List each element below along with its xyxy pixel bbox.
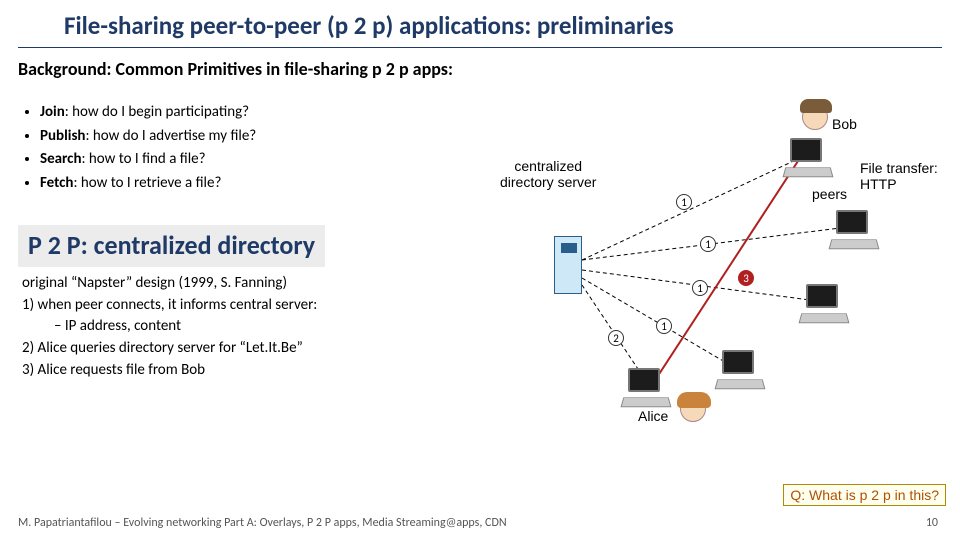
file-transfer-label: File transfer: HTTP	[860, 160, 938, 192]
step-number-icon: 1	[692, 280, 708, 296]
step-2: 2) Alice queries directory server for “L…	[22, 338, 460, 360]
peers-label: peers	[812, 186, 847, 202]
peer-icon	[784, 138, 832, 178]
step-number-icon: 1	[700, 236, 716, 252]
peer-icon	[830, 210, 878, 250]
alice-face-icon	[680, 396, 706, 422]
background-subtitle: Background: Common Primitives in file-sh…	[0, 58, 960, 86]
alice-label: Alice	[638, 408, 668, 424]
footer-text: M. Papatriantafilou – Evolving networkin…	[18, 516, 507, 530]
section-heading: P 2 P: centralized directory	[18, 225, 325, 267]
peer-icon	[800, 284, 848, 324]
step-3: 3) Alice requests file from Bob	[22, 360, 460, 382]
server-label: centralized directory server	[500, 158, 596, 190]
step-number-icon: 1	[676, 194, 692, 210]
step-number-icon: 1	[656, 318, 672, 334]
step-1-sub: – IP address, content	[22, 316, 460, 338]
title-underline	[18, 47, 942, 48]
step-number-icon: 2	[608, 330, 624, 346]
slide-title: File-sharing peer-to-peer (p 2 p) applic…	[0, 0, 960, 47]
server-icon	[554, 236, 582, 294]
peer-icon	[716, 350, 764, 390]
bob-label: Bob	[832, 116, 857, 132]
peer-icon	[622, 368, 670, 408]
page-number: 10	[926, 516, 938, 530]
step-number-icon: 3	[738, 270, 754, 286]
design-origin-line: original “Napster” design (1999, S. Fann…	[22, 273, 460, 295]
body-text: original “Napster” design (1999, S. Fann…	[0, 273, 460, 382]
network-diagram: centralized directory server Bob peers F…	[500, 110, 940, 450]
bob-face-icon	[802, 104, 828, 130]
question-box: Q: What is p 2 p in this?	[783, 484, 946, 506]
step-1: 1) when peer connects, it informs centra…	[22, 295, 460, 317]
